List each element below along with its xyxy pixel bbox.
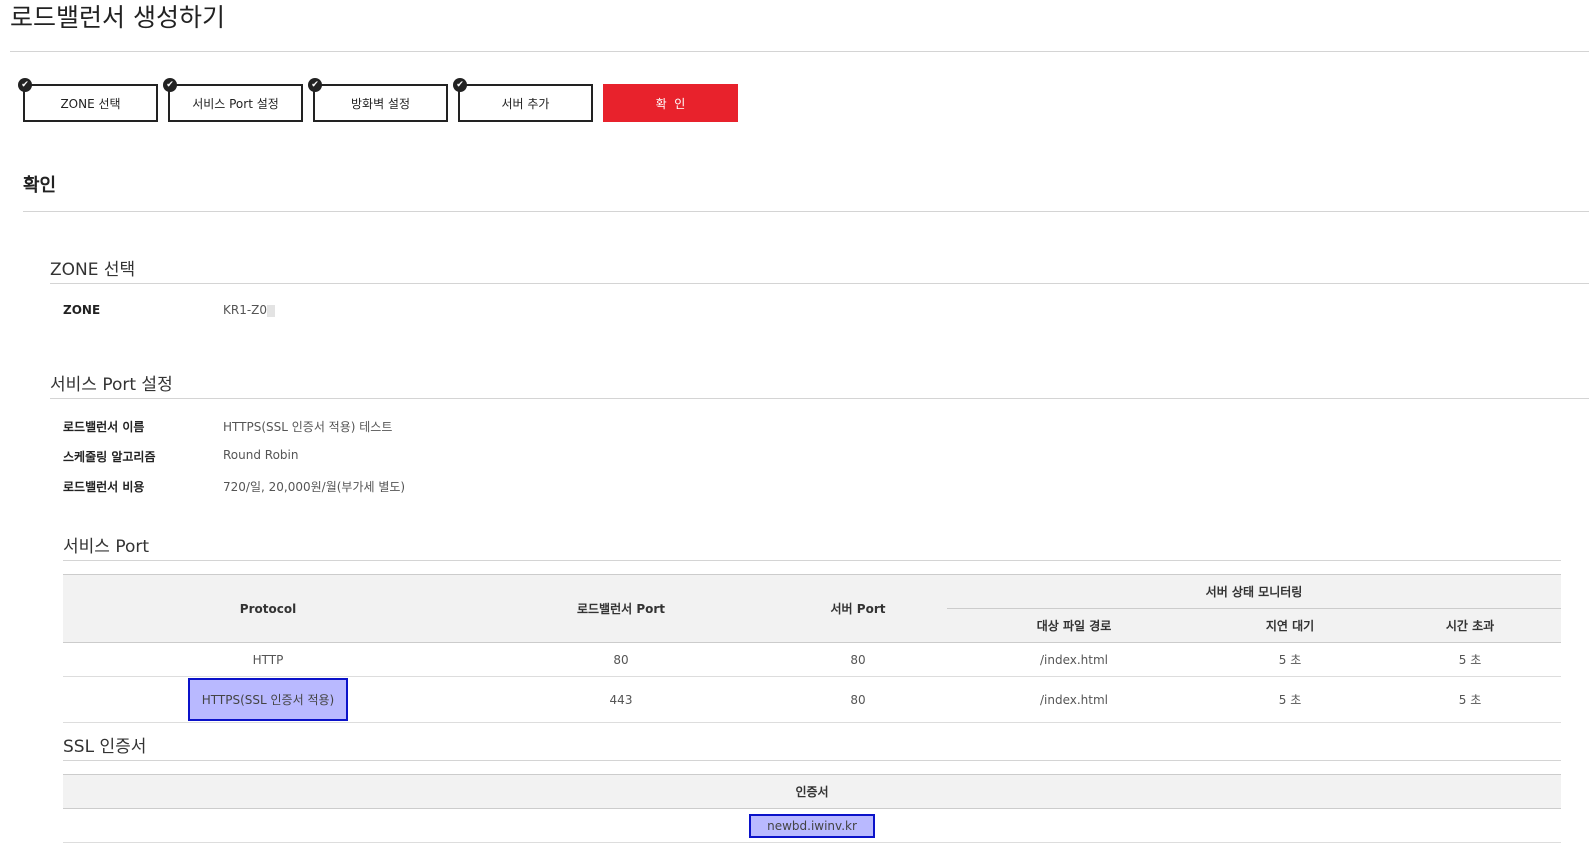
step-zone-select[interactable]: ✔ ZONE 선택 <box>18 78 158 122</box>
server-port-header: 서버 Port <box>769 574 947 643</box>
lb-port-cell: 80 <box>473 642 769 677</box>
service-section-title: 서비스 Port 설정 <box>50 375 173 395</box>
step-label: ZONE 선택 <box>60 96 121 111</box>
step-add-server[interactable]: ✔ 서버 추가 <box>453 78 593 122</box>
service-port-table: Protocol 로드밸런서 Port 서버 Port 서버 상태 모니터링 대… <box>63 574 1561 723</box>
table-row: HTTPS(SSL 인증서 적용) 443 80 /index.html 5 초… <box>63 676 1561 723</box>
timeout-header: 시간 초과 <box>1379 608 1561 643</box>
delay-header: 지연 대기 <box>1201 608 1379 643</box>
check-circle-icon: ✔ <box>18 78 32 92</box>
port-section-title: 서비스 Port <box>63 537 150 557</box>
masked-text <box>267 304 276 317</box>
protocol-cell: HTTPS(SSL 인증서 적용) <box>63 676 473 723</box>
confirm-heading: 확인 <box>23 175 57 196</box>
step-firewall[interactable]: ✔ 방화벽 설정 <box>308 78 448 122</box>
cost-value: 720/일, 20,000원/월(부가세 별도) <box>223 480 406 494</box>
step-label: 서비스 Port 설정 <box>192 96 279 111</box>
ssl-cert-table: 인증서 newbd.iwinv.kr <box>63 774 1561 843</box>
cert-cell: newbd.iwinv.kr <box>63 808 1561 843</box>
lb-port-header: 로드밸런서 Port <box>473 574 769 643</box>
server-port-cell: 80 <box>769 676 947 723</box>
check-circle-icon: ✔ <box>163 78 177 92</box>
protocol-cell: HTTP <box>63 642 473 677</box>
table-row: newbd.iwinv.kr <box>63 808 1561 843</box>
step-label: 서버 추가 <box>501 96 550 111</box>
step-service-port[interactable]: ✔ 서비스 Port 설정 <box>163 78 303 122</box>
zone-divider <box>50 283 1589 284</box>
lb-name-label: 로드밸런서 이름 <box>63 420 145 434</box>
port-divider <box>63 560 1561 561</box>
table-row: HTTP 80 80 /index.html 5 초 5 초 <box>63 642 1561 677</box>
scheduling-value: Round Robin <box>223 448 299 462</box>
lb-port-cell: 443 <box>473 676 769 723</box>
highlighted-protocol: HTTPS(SSL 인증서 적용) <box>187 678 349 721</box>
check-circle-icon: ✔ <box>308 78 322 92</box>
lb-name-value: HTTPS(SSL 인증서 적용) 테스트 <box>223 420 393 434</box>
step-label: 확 인 <box>655 96 686 111</box>
title-divider <box>10 51 1589 52</box>
delay-cell: 5 초 <box>1201 676 1379 723</box>
cost-label: 로드밸런서 비용 <box>63 480 145 494</box>
zone-section-title: ZONE 선택 <box>50 260 136 280</box>
service-divider <box>50 398 1589 399</box>
zone-value-wrap: KR1-Z0 <box>223 303 276 317</box>
scheduling-label: 스케줄링 알고리즘 <box>63 450 156 464</box>
path-cell: /index.html <box>947 642 1201 677</box>
step-label: 방화벽 설정 <box>350 96 410 111</box>
monitoring-header: 서버 상태 모니터링 <box>947 574 1561 609</box>
timeout-cell: 5 초 <box>1379 642 1561 677</box>
delay-cell: 5 초 <box>1201 642 1379 677</box>
path-cell: /index.html <box>947 676 1201 723</box>
highlighted-cert: newbd.iwinv.kr <box>749 813 875 838</box>
cert-header: 인증서 <box>63 774 1561 809</box>
protocol-header: Protocol <box>63 574 473 643</box>
step-confirm[interactable]: 확 인 <box>603 84 738 122</box>
confirm-divider <box>23 211 1589 212</box>
timeout-cell: 5 초 <box>1379 676 1561 723</box>
ssl-divider <box>63 760 1561 761</box>
zone-value: KR1-Z0 <box>223 303 268 317</box>
server-port-cell: 80 <box>769 642 947 677</box>
zone-label: ZONE <box>63 303 101 317</box>
check-circle-icon: ✔ <box>453 78 467 92</box>
path-header: 대상 파일 경로 <box>947 608 1201 643</box>
page-title: 로드밸런서 생성하기 <box>10 3 225 32</box>
ssl-section-title: SSL 인증서 <box>63 737 147 757</box>
